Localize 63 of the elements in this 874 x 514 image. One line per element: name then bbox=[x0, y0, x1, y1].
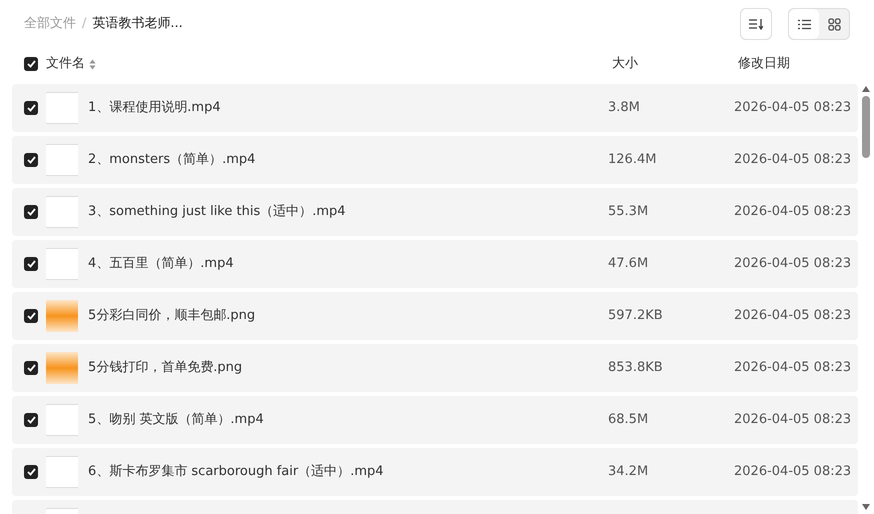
file-row[interactable]: 1、课程使用说明.mp4 3.8M 2026-04-05 08:23 bbox=[12, 84, 858, 132]
file-row[interactable]: 5分彩白同价，顺丰包邮.png 597.2KB 2026-04-05 08:23 bbox=[12, 292, 858, 340]
file-name: 5分彩白同价，顺丰包邮.png bbox=[87, 307, 256, 326]
checkbox[interactable] bbox=[24, 257, 38, 271]
file-row[interactable]: 2、monsters（简单）.mp4 126.4M 2026-04-05 08:23 bbox=[12, 136, 858, 184]
file-row[interactable]: 4、五百里（简单）.mp4 47.6M 2026-04-05 08:23 bbox=[12, 240, 858, 288]
checkbox[interactable] bbox=[24, 57, 38, 71]
checkbox[interactable] bbox=[24, 465, 38, 479]
file-date: 2026-04-05 08:23 bbox=[734, 151, 852, 170]
column-header[interactable]: 文件名 bbox=[46, 54, 85, 74]
checkbox[interactable] bbox=[24, 361, 38, 375]
file-name: 2、monsters（简单）.mp4 bbox=[87, 151, 256, 170]
file-date: 2026-04-05 08:23 bbox=[734, 203, 852, 222]
breadcrumb-current: 英语教书老师... bbox=[92, 15, 183, 34]
file-date: 2026-04-05 08:23 bbox=[734, 463, 852, 482]
sort-icon bbox=[749, 18, 763, 30]
file-name: 4、五百里（简单）.mp4 bbox=[87, 255, 235, 274]
scroll-down-icon[interactable] bbox=[862, 504, 870, 510]
list-view-button[interactable] bbox=[789, 9, 819, 39]
checkbox[interactable] bbox=[24, 205, 38, 219]
sort-icon[interactable] bbox=[89, 58, 96, 70]
scrollbar-thumb[interactable] bbox=[862, 96, 870, 158]
video-thumbnail bbox=[46, 92, 78, 124]
file-name: 5、吻别 英文版（简单）.mp4 bbox=[87, 411, 265, 430]
file-row[interactable]: 3、something just like this（适中）.mp4 55.3M 2026-04-05 08:23 bbox=[12, 188, 858, 236]
image-thumbnail bbox=[46, 300, 78, 332]
file-size: 68.5M bbox=[608, 411, 650, 430]
file-date: 2026-04-05 08:23 bbox=[734, 411, 852, 430]
file-date: 2026-04-05 08:23 bbox=[734, 99, 852, 118]
file-size: 55.3M bbox=[608, 203, 650, 222]
video-thumbnail bbox=[46, 144, 78, 176]
video-thumbnail bbox=[46, 196, 78, 228]
list-icon bbox=[798, 18, 810, 30]
file-size: 3.8M bbox=[608, 99, 641, 118]
file-row[interactable]: 5分钱打印，首单免费.png 853.8KB 2026-04-05 08:23 bbox=[12, 344, 858, 392]
file-size: 34.2M bbox=[608, 463, 650, 482]
video-thumbnail bbox=[46, 456, 78, 488]
image-thumbnail bbox=[46, 352, 78, 384]
checkbox[interactable] bbox=[24, 309, 38, 323]
file-size: 597.2KB bbox=[608, 307, 664, 326]
breadcrumb-separator: / bbox=[82, 15, 86, 34]
column-header[interactable]: 大小 bbox=[608, 54, 734, 74]
file-date: 2026-04-05 08:23 bbox=[734, 359, 852, 378]
file-size: 126.4M bbox=[608, 151, 658, 170]
file-row[interactable]: 6、斯卡布罗集市 scarborough fair（适中）.mp4 34.2M 2026-04-05 08:23 bbox=[12, 448, 858, 496]
sort-button[interactable] bbox=[740, 8, 772, 40]
video-thumbnail bbox=[46, 404, 78, 436]
video-thumbnail bbox=[46, 248, 78, 280]
file-name: 6、斯卡布罗集市 scarborough fair（适中）.mp4 bbox=[87, 463, 385, 482]
checkbox[interactable] bbox=[24, 101, 38, 115]
scroll-up-icon[interactable] bbox=[862, 86, 870, 92]
file-name: 3、something just like this（适中）.mp4 bbox=[87, 203, 347, 222]
file-name: 1、课程使用说明.mp4 bbox=[87, 99, 222, 118]
checkbox[interactable] bbox=[24, 413, 38, 427]
file-date: 2026-04-05 08:23 bbox=[734, 255, 852, 274]
column-header[interactable]: 修改日期 bbox=[734, 54, 858, 74]
grid-icon bbox=[828, 18, 840, 30]
file-size: 853.8KB bbox=[608, 359, 664, 378]
file-date: 2026-04-05 08:23 bbox=[734, 307, 852, 326]
file-size: 47.6M bbox=[608, 255, 650, 274]
checkbox[interactable] bbox=[24, 153, 38, 167]
file-name: 5分钱打印，首单免费.png bbox=[87, 359, 244, 378]
file-row[interactable]: 5、吻别 英文版（简单）.mp4 68.5M 2026-04-05 08:23 bbox=[12, 396, 858, 444]
